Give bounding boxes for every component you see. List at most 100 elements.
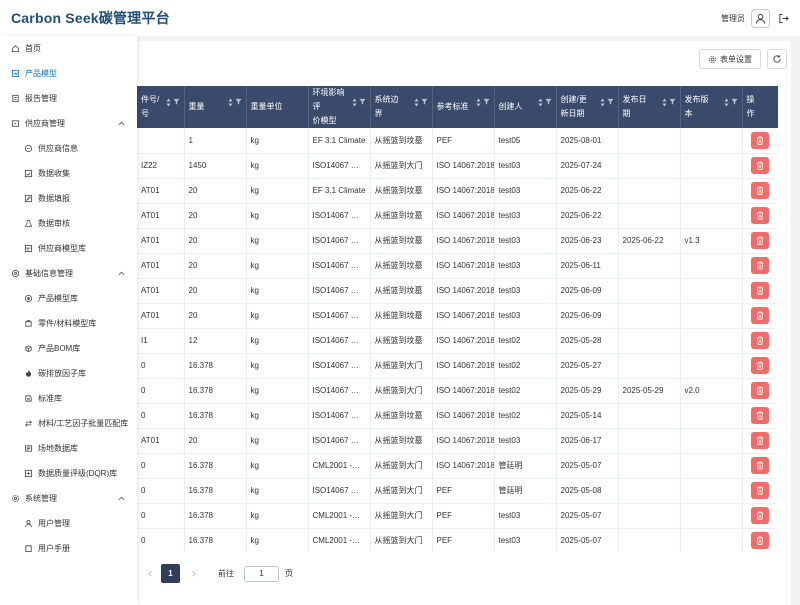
delete-button[interactable] xyxy=(751,507,769,524)
sidebar-item-9[interactable]: 基础信息管理 xyxy=(0,261,137,286)
table-row: 0 16.378 kg ISO14067 … 从摇篮到坟墓 ISO 14067:2018 t… xyxy=(137,403,778,429)
sidebar-item-label: 首页 xyxy=(25,44,41,53)
column-header-text: 界 xyxy=(374,109,383,118)
sort-filter-icons[interactable] xyxy=(724,98,738,107)
sidebar-item-18[interactable]: 系统管理 xyxy=(0,486,137,511)
sidebar-item-12[interactable]: 产品BOM库 xyxy=(0,336,137,361)
sort-filter-icons[interactable] xyxy=(538,98,552,107)
toolbar: 表单设置 xyxy=(699,49,787,69)
table-cell: 从摇篮到坟墓 xyxy=(370,428,433,454)
table-row: AT01 20 kg EF 3.1 Climate 从摇篮到坟墓 ISO 14067:20… xyxy=(137,178,778,204)
delete-button[interactable] xyxy=(751,232,769,249)
sidebar-item-3[interactable]: 供应商管理 xyxy=(0,111,137,136)
delete-button[interactable] xyxy=(751,257,769,274)
column-header-0[interactable]: 件号/号 xyxy=(137,86,185,128)
sidebar-item-14[interactable]: 标准库 xyxy=(0,386,137,411)
table-cell: test03 xyxy=(494,178,557,204)
delete-button[interactable] xyxy=(751,131,769,149)
trash-icon xyxy=(756,536,764,545)
column-header-8[interactable]: 发布日期 xyxy=(618,86,681,128)
form-settings-button[interactable]: 表单设置 xyxy=(699,49,761,69)
column-header-5[interactable]: 参考标准 xyxy=(432,86,495,128)
table-cell: IZ22 xyxy=(137,153,185,179)
chevron-up-icon[interactable] xyxy=(118,120,125,127)
sort-filter-icons[interactable] xyxy=(600,98,614,107)
sidebar-item-17[interactable]: 数据质量评级(DQR)库 xyxy=(0,461,137,486)
column-header-9[interactable]: 发布版本 xyxy=(680,86,743,128)
delete-button[interactable] xyxy=(751,207,769,224)
info-icon xyxy=(24,144,33,153)
delete-button[interactable] xyxy=(751,382,769,399)
table-cell: 20 xyxy=(184,303,247,329)
table-cell: 从摇篮到坟墓 xyxy=(370,178,433,204)
next-page-button[interactable] xyxy=(184,565,202,583)
column-header-7[interactable]: 创建/更 新日期 xyxy=(556,86,619,128)
sort-filter-icons[interactable] xyxy=(414,98,428,107)
sort-filter-icons[interactable] xyxy=(476,98,490,107)
sidebar-item-7[interactable]: 数据审核 xyxy=(0,211,137,236)
sidebar-item-15[interactable]: 材料/工艺因子批量匹配库 xyxy=(0,411,137,436)
sort-icon xyxy=(662,98,666,107)
chevron-up-icon[interactable] xyxy=(118,495,125,502)
sidebar-item-20[interactable]: 用户手册 xyxy=(0,536,137,561)
table-cell: test02 xyxy=(494,403,557,429)
table-cell-actions xyxy=(742,253,778,279)
sidebar-item-1[interactable]: 产品模型 xyxy=(0,61,137,86)
column-header-2[interactable]: 重量单位 xyxy=(246,86,309,128)
delete-button[interactable] xyxy=(751,282,769,299)
delete-button[interactable] xyxy=(751,532,769,549)
sidebar-item-16[interactable]: 场地数据库 xyxy=(0,436,137,461)
sort-filter-icons[interactable] xyxy=(662,98,676,107)
table-cell: test02 xyxy=(494,328,557,354)
table-cell xyxy=(618,128,681,154)
sidebar-item-13[interactable]: 碳排放因子库 xyxy=(0,361,137,386)
column-header-3[interactable]: 环境影响评 价模型 xyxy=(308,86,371,128)
page-number-current[interactable]: 1 xyxy=(161,564,180,583)
delete-button[interactable] xyxy=(751,432,769,449)
avatar[interactable] xyxy=(751,8,770,28)
delete-button[interactable] xyxy=(751,182,769,199)
match-icon xyxy=(24,419,33,428)
delete-button[interactable] xyxy=(751,482,769,499)
sidebar-item-0[interactable]: 首页 xyxy=(0,36,137,61)
delete-button[interactable] xyxy=(751,332,769,349)
delete-button[interactable] xyxy=(751,407,769,424)
brand-title[interactable]: Carbon Seek碳管理平台 xyxy=(11,8,170,28)
delete-button[interactable] xyxy=(751,307,769,324)
table-cell-actions xyxy=(742,203,778,229)
prev-page-button[interactable] xyxy=(141,565,159,583)
sidebar-item-5[interactable]: 数据收集 xyxy=(0,161,137,186)
delete-button[interactable] xyxy=(751,357,769,374)
sidebar-item-10[interactable]: 产品模型库 xyxy=(0,286,137,311)
column-header-6[interactable]: 创建人 xyxy=(494,86,557,128)
logout-button[interactable] xyxy=(776,11,790,25)
sidebar-item-8[interactable]: 供应商模型库 xyxy=(0,236,137,261)
column-header-4[interactable]: 系统边界 xyxy=(370,86,433,128)
sort-filter-icons[interactable] xyxy=(228,98,242,107)
column-header-1[interactable]: 重量 xyxy=(184,86,247,128)
user-name[interactable]: 管理员 xyxy=(721,13,745,24)
sidebar-item-label: 碳排放因子库 xyxy=(38,369,86,378)
table-cell xyxy=(137,128,185,154)
goto-page-input[interactable] xyxy=(244,565,279,582)
sidebar: 首页产品模型 报告管理 供应商管理 供应商信息 数据收集 数据填报 数据审核 供应商模型库 基础… xyxy=(0,36,137,605)
sidebar-item-6[interactable]: 数据填报 xyxy=(0,186,137,211)
sort-filter-icons[interactable] xyxy=(166,98,180,107)
chevron-up-icon[interactable] xyxy=(118,270,125,277)
table-cell: test03 xyxy=(494,228,557,254)
table-cell xyxy=(680,303,743,329)
sidebar-item-11[interactable]: 零件/材料模型库 xyxy=(0,311,137,336)
refresh-button[interactable] xyxy=(767,49,787,69)
sidebar-item-label: 场地数据库 xyxy=(38,444,78,453)
table-cell: kg xyxy=(246,203,309,229)
column-header-10[interactable]: 操作 xyxy=(742,86,778,128)
sidebar-item-19[interactable]: 用户管理 xyxy=(0,511,137,536)
delete-button[interactable] xyxy=(751,457,769,474)
sidebar-item-4[interactable]: 供应商信息 xyxy=(0,136,137,161)
table-cell: PEF xyxy=(432,128,495,154)
delete-button[interactable] xyxy=(751,157,769,174)
sidebar-item-2[interactable]: 报告管理 xyxy=(0,86,137,111)
table-cell-actions xyxy=(742,478,778,504)
sort-filter-icons[interactable] xyxy=(352,98,366,107)
table-cell: 0 xyxy=(137,378,185,404)
